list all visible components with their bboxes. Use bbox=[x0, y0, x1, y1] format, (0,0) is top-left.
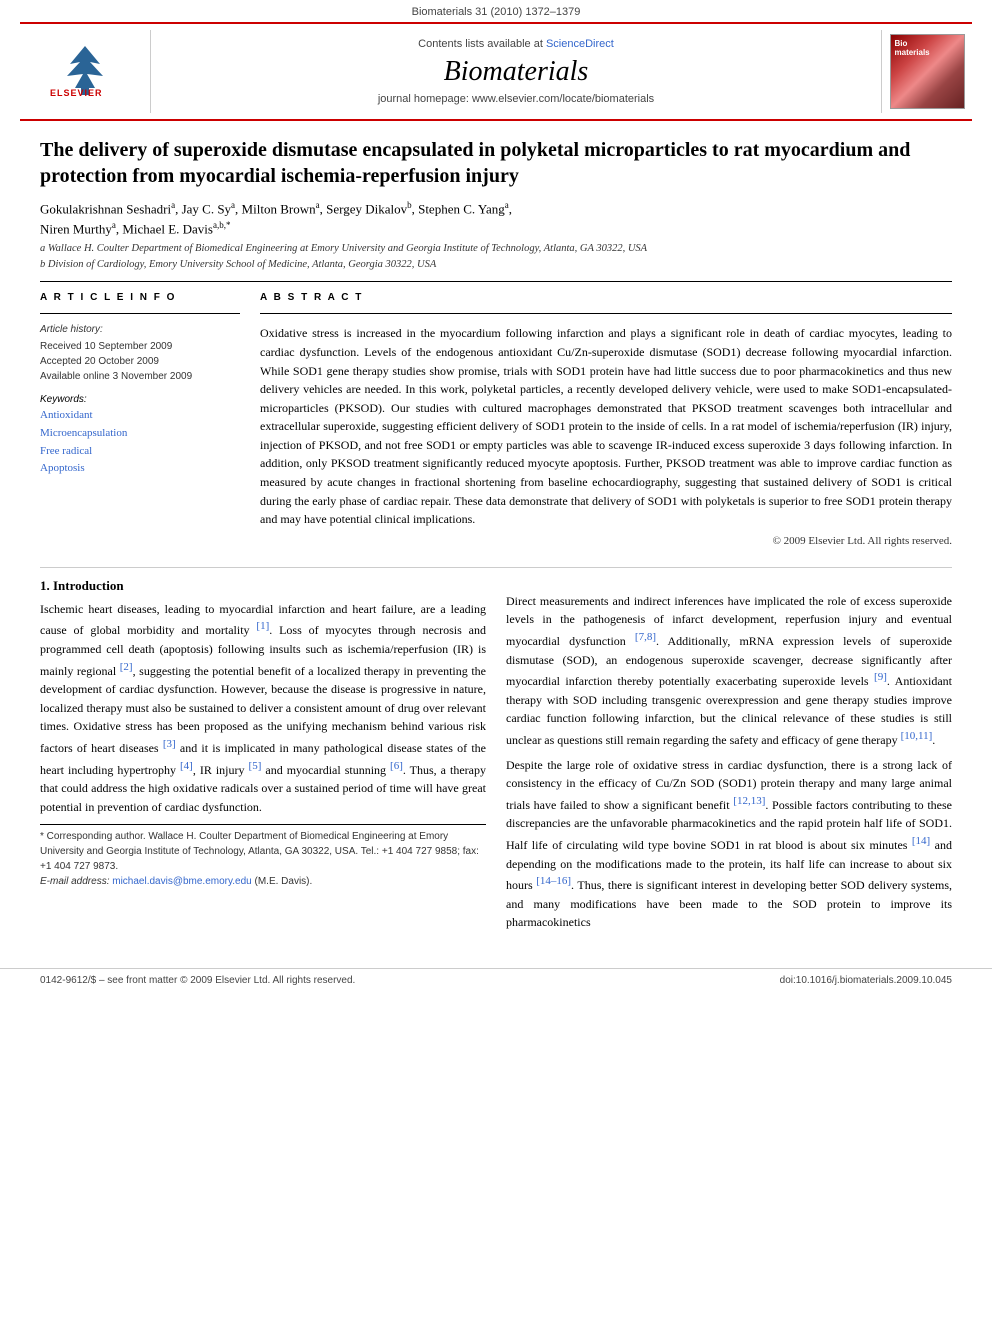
article-info-heading: A R T I C L E I N F O bbox=[40, 292, 240, 303]
abstract-text: Oxidative stress is increased in the myo… bbox=[260, 324, 952, 529]
footer-left: 0142-9612/$ – see front matter © 2009 El… bbox=[40, 975, 355, 986]
body-right-col: Direct measurements and indirect inferen… bbox=[506, 568, 952, 938]
received-date: Received 10 September 2009 bbox=[40, 339, 240, 354]
bottom-footer: 0142-9612/$ – see front matter © 2009 El… bbox=[0, 968, 992, 992]
ref-6-link[interactable]: [6] bbox=[390, 760, 403, 772]
sciencedirect-link[interactable]: ScienceDirect bbox=[546, 38, 614, 50]
accepted-date: Accepted 20 October 2009 bbox=[40, 354, 240, 369]
keyword-free-radical[interactable]: Free radical bbox=[40, 443, 240, 461]
author-yang: Stephen C. Yang bbox=[418, 201, 505, 216]
contents-label: Contents lists available at bbox=[418, 38, 543, 50]
author-murthy: Niren Murthy bbox=[40, 221, 112, 236]
divider-after-affiliations bbox=[40, 281, 952, 282]
intro-para2-text: Direct measurements and indirect inferen… bbox=[506, 592, 952, 750]
author-sy: Jay C. Sy bbox=[182, 201, 231, 216]
keywords-label: Keywords: bbox=[40, 394, 240, 405]
footnote-text: * Corresponding author. Wallace H. Coult… bbox=[40, 829, 486, 889]
keywords-list: Antioxidant Microencapsulation Free radi… bbox=[40, 407, 240, 477]
abstract-heading: A B S T R A C T bbox=[260, 292, 952, 303]
body-content: 1. Introduction Ischemic heart diseases,… bbox=[0, 568, 992, 958]
footnote-divider bbox=[40, 824, 486, 825]
copyright-line: © 2009 Elsevier Ltd. All rights reserved… bbox=[260, 535, 952, 547]
email-link[interactable]: michael.davis@bme.emory.edu bbox=[112, 876, 251, 887]
page-wrapper: Biomaterials 31 (2010) 1372–1379 ELSEVIE… bbox=[0, 0, 992, 1323]
email-name: (M.E. Davis). bbox=[255, 876, 313, 887]
intro-para1: Ischemic heart diseases, leading to myoc… bbox=[40, 600, 486, 817]
affiliation-b: b Division of Cardiology, Emory Universi… bbox=[40, 258, 952, 272]
homepage-label: journal homepage: www.elsevier.com/locat… bbox=[378, 93, 654, 105]
article-content: The delivery of superoxide dismutase enc… bbox=[0, 121, 992, 567]
article-info-abstract-section: A R T I C L E I N F O Article history: R… bbox=[40, 292, 952, 547]
sup-ab: a,b,* bbox=[213, 220, 231, 230]
elsevier-logo: ELSEVIER bbox=[45, 44, 125, 99]
sup-a4: a bbox=[505, 200, 509, 210]
ref-10-11-link[interactable]: [10,11] bbox=[901, 730, 933, 742]
ref-1-link[interactable]: [1] bbox=[256, 620, 269, 632]
intro-para1-text: Ischemic heart diseases, leading to myoc… bbox=[40, 600, 486, 817]
keyword-microencapsulation[interactable]: Microencapsulation bbox=[40, 425, 240, 443]
divider-article-info bbox=[40, 313, 240, 314]
ref-3-link[interactable]: [3] bbox=[163, 738, 176, 750]
sciencedirect-text: ScienceDirect bbox=[546, 38, 614, 50]
footer-right: doi:10.1016/j.biomaterials.2009.10.045 bbox=[780, 975, 952, 986]
ref-2-link[interactable]: [2] bbox=[120, 661, 133, 673]
journal-homepage: journal homepage: www.elsevier.com/locat… bbox=[378, 93, 654, 105]
body-left-col: 1. Introduction Ischemic heart diseases,… bbox=[40, 568, 486, 938]
journal-header: Biomaterials 31 (2010) 1372–1379 bbox=[0, 0, 992, 22]
article-title: The delivery of superoxide dismutase enc… bbox=[40, 137, 952, 189]
ref-5-link[interactable]: [5] bbox=[249, 760, 262, 772]
article-info-col: A R T I C L E I N F O Article history: R… bbox=[40, 292, 240, 547]
ref-14-16-link[interactable]: [14–16] bbox=[536, 875, 571, 887]
affiliation-a: a Wallace H. Coulter Department of Biome… bbox=[40, 242, 952, 256]
journal-name-banner: Biomaterials bbox=[444, 56, 589, 88]
sup-a1: a bbox=[171, 200, 175, 210]
keyword-antioxidant[interactable]: Antioxidant bbox=[40, 407, 240, 425]
banner-right: Biomaterials bbox=[882, 30, 972, 113]
ref-9-link[interactable]: [9] bbox=[874, 671, 887, 683]
journal-cover-image: Biomaterials bbox=[890, 34, 965, 109]
email-label: E-mail address: bbox=[40, 876, 112, 887]
intro-heading: 1. Introduction bbox=[40, 578, 486, 594]
author-davis: Michael E. Davis bbox=[122, 221, 213, 236]
author-brown: Milton Brown bbox=[242, 201, 316, 216]
journal-banner: ELSEVIER Contents lists available at Sci… bbox=[20, 22, 972, 121]
sup-a3: a bbox=[316, 200, 320, 210]
sup-a5: a bbox=[112, 220, 116, 230]
abstract-col: A B S T R A C T Oxidative stress is incr… bbox=[260, 292, 952, 547]
available-date: Available online 3 November 2009 bbox=[40, 369, 240, 384]
svg-text:ELSEVIER: ELSEVIER bbox=[50, 88, 103, 98]
ref-7-8-link[interactable]: [7,8] bbox=[635, 631, 656, 643]
banner-center: Contents lists available at ScienceDirec… bbox=[150, 30, 882, 113]
sciencedirect-line: Contents lists available at ScienceDirec… bbox=[418, 38, 614, 50]
intro-para2-right: Direct measurements and indirect inferen… bbox=[506, 592, 952, 932]
author-seshadri: Gokulakrishnan Seshadri bbox=[40, 201, 171, 216]
footnote-star: * bbox=[40, 831, 47, 842]
abstract-paragraph: Oxidative stress is increased in the myo… bbox=[260, 324, 952, 529]
divider-abstract bbox=[260, 313, 952, 314]
ref-12-13-link[interactable]: [12,13] bbox=[733, 795, 765, 807]
intro-para3-text: Despite the large role of oxidative stre… bbox=[506, 756, 952, 932]
sup-b1: b bbox=[407, 200, 412, 210]
journal-ref-top: Biomaterials 31 (2010) 1372–1379 bbox=[412, 6, 581, 18]
elsevier-logo-section: ELSEVIER bbox=[20, 30, 150, 113]
sup-a2: a bbox=[231, 200, 235, 210]
ref-14-link[interactable]: [14] bbox=[912, 835, 930, 847]
corresponding-label: Corresponding author. Wallace H. Coulter… bbox=[40, 831, 479, 872]
authors-line: Gokulakrishnan Seshadria, Jay C. Sya, Mi… bbox=[40, 199, 952, 238]
keyword-apoptosis[interactable]: Apoptosis bbox=[40, 460, 240, 478]
cover-title: Biomaterials bbox=[895, 39, 930, 57]
elsevier-tree-icon: ELSEVIER bbox=[45, 44, 125, 99]
author-dikalov: Sergey Dikalov bbox=[326, 201, 407, 216]
history-label: Article history: bbox=[40, 324, 240, 335]
ref-4-link[interactable]: [4] bbox=[180, 760, 193, 772]
